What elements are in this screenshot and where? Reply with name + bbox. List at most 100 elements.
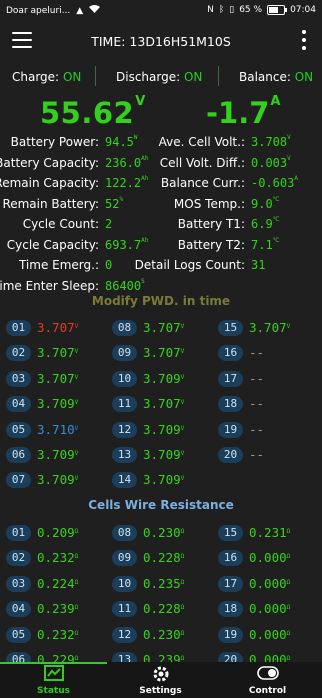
stat-value-unit: ℃ <box>272 195 280 203</box>
wire-resistance-number: 0.228 <box>143 601 181 617</box>
divider <box>95 66 96 86</box>
cell-voltage-value: 3.707V <box>143 395 184 413</box>
wire-resistance-value: 0.000Ω <box>249 575 290 593</box>
cell-voltage-value: -- <box>249 395 264 413</box>
stat-label: Detail Logs Count: <box>134 258 245 272</box>
status-clock: 07:04 <box>290 5 316 15</box>
cell-voltage-number: -- <box>249 421 265 437</box>
cell-voltage-value: 3.709V <box>143 370 184 388</box>
wire-resistance-unit: Ω <box>74 604 79 612</box>
stat-value: 0 <box>105 258 112 272</box>
cell-voltage-number: 3.709 <box>143 447 181 462</box>
stat-value-unit: Ah <box>141 236 149 244</box>
wire-resistance-unit: Ω <box>180 528 185 535</box>
discharge-value: ON <box>183 70 203 84</box>
wire-resistance-unit: Ω <box>74 553 79 561</box>
stat-value-number: 122.2 <box>105 176 142 190</box>
wire-resistance-value: 0.230Ω <box>143 524 184 542</box>
cell-number-badge: 13 <box>112 447 137 463</box>
stat-value-number: -0.603 <box>251 176 295 190</box>
cell-voltage-number: -- <box>249 370 265 386</box>
cell-voltage-number: 3.707 <box>249 320 287 335</box>
stat-label: Ave. Cell Volt.: <box>158 135 245 149</box>
wire-resistance-number: 0.209 <box>37 525 75 540</box>
stat-value-unit: % <box>119 195 124 203</box>
nav-settings[interactable]: Settings <box>107 662 214 698</box>
stat-value-unit: V <box>287 154 291 162</box>
cell-voltage-number: -- <box>249 447 265 462</box>
stat-value-number: 2 <box>105 217 113 231</box>
modify-pwd-title: Modify PWD. in time <box>91 294 231 308</box>
nav-status[interactable]: Status <box>0 662 107 698</box>
wire-resistance-unit: Ω <box>286 553 291 561</box>
nav-control-label: Control <box>248 686 287 696</box>
cell-number-badge: 11 <box>112 601 137 618</box>
cell-number-badge: 16 <box>218 345 243 362</box>
stat-value-number: 0 <box>105 258 113 272</box>
more-options-button[interactable] <box>300 30 308 54</box>
cell-voltage-unit: V <box>74 475 79 483</box>
cell-voltage-value: 3.707V <box>143 344 184 362</box>
stat-value-unit: Ah <box>141 154 149 162</box>
stat-value-unit: ℃ <box>272 216 280 223</box>
wire-resistance-title: Cells Wire Resistance <box>88 498 234 512</box>
cell-voltage-number: 3.709 <box>143 472 181 488</box>
cell-voltage-unit: V <box>74 399 79 407</box>
stat-value-number: 693.7 <box>105 237 142 252</box>
cell-number-badge: 19 <box>218 421 243 438</box>
wire-resistance-value: 0.239Ω <box>37 600 78 618</box>
cell-number-badge: 04 <box>6 601 31 618</box>
cell-voltage-value: 3.707V <box>37 319 78 337</box>
wire-resistance-unit: Ω <box>180 553 185 561</box>
cell-voltage-value: 3.707V <box>249 319 290 337</box>
pack-voltage: 55.62V <box>40 94 146 130</box>
stat-value: -0.603A <box>251 175 298 190</box>
cell-voltage-unit: V <box>74 424 79 432</box>
cell-voltage-number: 3.709 <box>143 370 181 386</box>
wire-resistance-number: 0.224 <box>37 575 75 591</box>
wire-resistance-number: 0.000 <box>249 575 287 591</box>
cell-voltage-value: -- <box>249 421 264 439</box>
wire-resistance-unit: Ω <box>286 655 291 662</box>
cell-voltage-unit: V <box>180 348 185 356</box>
cell-voltage-number: -- <box>249 396 265 412</box>
cell-number-badge: 01 <box>6 525 31 541</box>
cell-number-badge: 07 <box>6 472 31 489</box>
cell-voltage-number: 3.709 <box>37 396 75 412</box>
wire-resistance-unit: Ω <box>286 629 291 637</box>
cell-number-badge: 15 <box>218 320 243 336</box>
cell-voltage-number: 3.707 <box>37 370 75 386</box>
stat-label: Time Emerg.: <box>18 258 99 272</box>
wire-resistance-value: 0.235Ω <box>143 575 184 593</box>
wire-resistance-value: 0.232Ω <box>37 626 78 644</box>
pack-current: -1.7A <box>206 94 280 130</box>
pack-voltage-unit: V <box>135 94 146 109</box>
wire-resistance-value: 0.209Ω <box>37 524 78 542</box>
divider <box>218 66 219 86</box>
cell-number-badge: 12 <box>112 626 137 643</box>
stat-label: Cell Volt. Diff.: <box>159 155 245 170</box>
vibrate-icon: ▯ <box>229 5 235 15</box>
wire-resistance-unit: Ω <box>180 604 185 612</box>
cell-number-badge: 04 <box>6 396 31 413</box>
bluetooth-icon: ᛒ <box>218 5 225 15</box>
stat-value: 86400S <box>105 278 145 293</box>
cell-number-badge: 17 <box>218 370 243 387</box>
stat-label: MOS Temp.: <box>173 196 245 211</box>
cell-voltage-value: -- <box>249 370 264 388</box>
cell-voltage-unit: V <box>180 323 185 330</box>
wire-resistance-unit: Ω <box>74 629 79 637</box>
battery-icon <box>267 5 288 15</box>
stat-value-number: 0.003 <box>251 155 288 170</box>
cell-voltage-number: 3.707 <box>143 320 181 335</box>
stat-value-number: 94.5 <box>105 135 134 149</box>
cell-voltage-value: 3.709V <box>143 446 184 464</box>
cell-number-badge: 02 <box>6 345 31 362</box>
nav-status-label: Status <box>37 686 70 696</box>
cell-number-badge: 18 <box>218 396 243 413</box>
stat-value-number: 7.1 <box>251 237 273 252</box>
cell-number-badge: 12 <box>112 421 137 438</box>
dot <box>302 30 306 34</box>
cell-voltage-value: 3.707V <box>143 319 184 337</box>
nav-control[interactable]: Control <box>214 662 321 698</box>
